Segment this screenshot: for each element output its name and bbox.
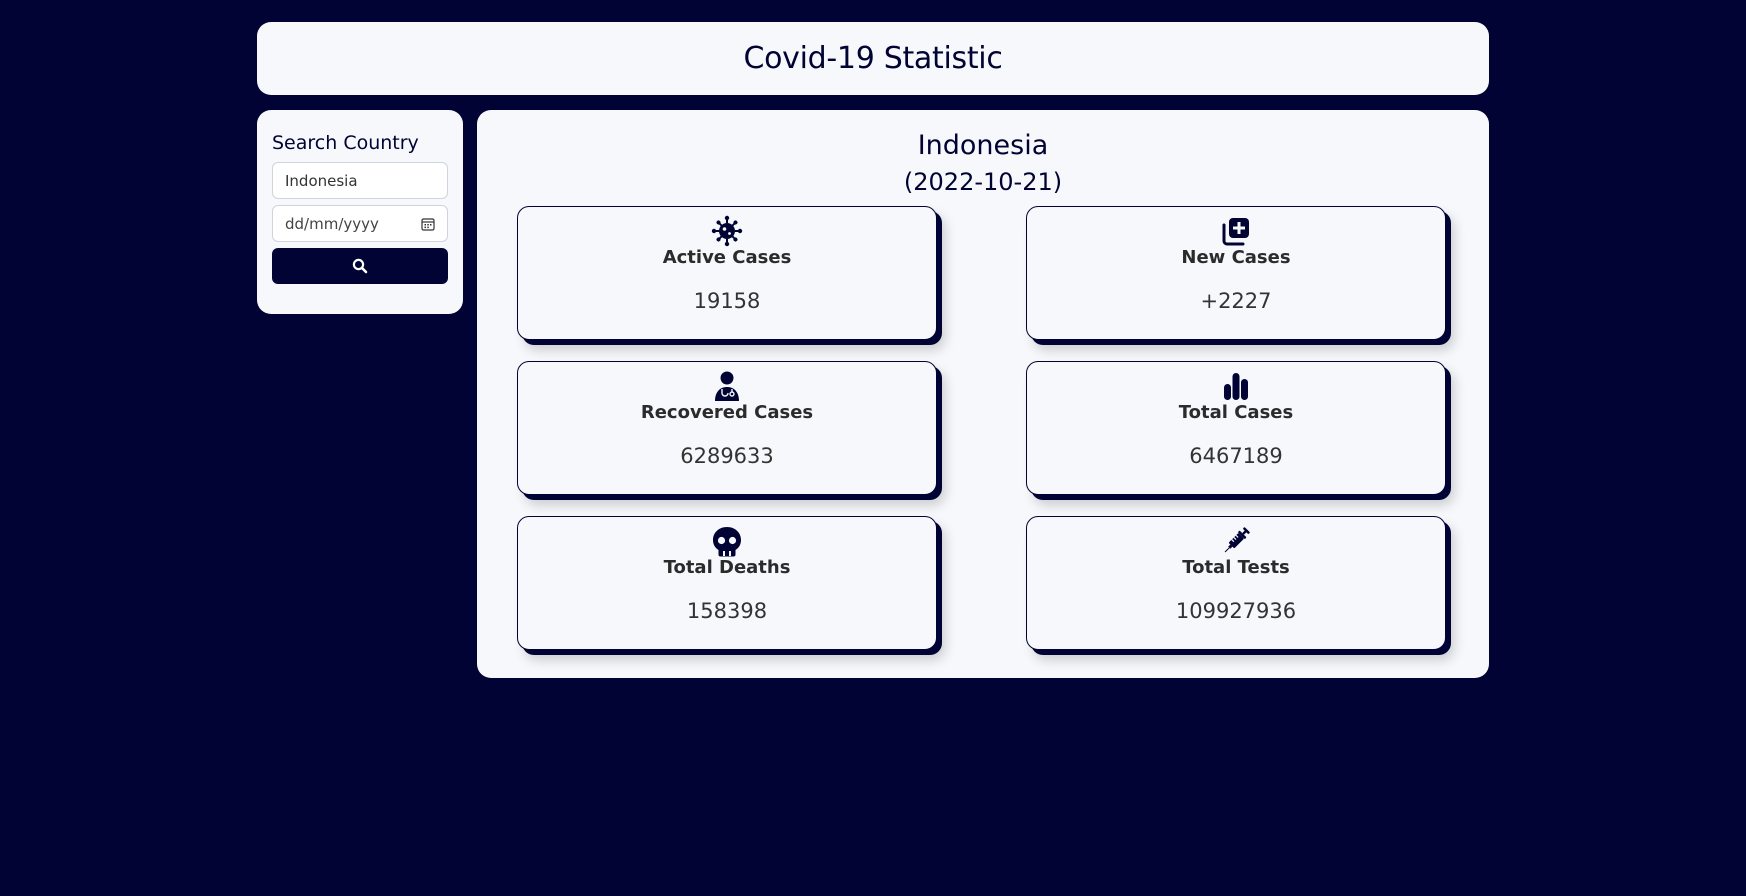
stats-panel: Indonesia (2022-10-21) Active Cases 1915… xyxy=(477,110,1489,678)
total-cases-card: Total Cases 6467189 xyxy=(1026,361,1446,495)
date-placeholder: dd/mm/yyyy xyxy=(285,214,379,233)
card-value: 158398 xyxy=(686,599,768,623)
total-deaths-card: Total Deaths 158398 xyxy=(517,516,937,650)
card-label: Recovered Cases xyxy=(640,402,814,423)
recovered-cases-card: Recovered Cases 6289633 xyxy=(517,361,937,495)
new-cases-card: New Cases +2227 xyxy=(1026,206,1446,340)
card-label: New Cases xyxy=(1181,247,1291,268)
card-label: Total Deaths xyxy=(663,557,791,578)
total-tests-card: Total Tests 109927936 xyxy=(1026,516,1446,650)
report-date: (2022-10-21) xyxy=(903,168,1063,196)
card-value: 19158 xyxy=(693,289,761,313)
card-label: Active Cases xyxy=(662,247,792,268)
page-title: Covid-19 Statistic xyxy=(743,41,1003,76)
card-label: Total Tests xyxy=(1182,557,1290,578)
card-value: +2227 xyxy=(1200,289,1272,313)
date-input[interactable]: dd/mm/yyyy xyxy=(272,205,448,242)
search-icon xyxy=(352,258,368,274)
virus-icon xyxy=(711,215,743,247)
search-title: Search Country xyxy=(272,132,419,154)
card-value: 6289633 xyxy=(680,444,774,468)
active-cases-card: Active Cases 19158 xyxy=(517,206,937,340)
country-name: Indonesia xyxy=(917,130,1049,161)
country-input[interactable]: Indonesia xyxy=(272,162,448,199)
bar-chart-icon xyxy=(1224,373,1248,400)
doctor-icon xyxy=(715,371,739,401)
card-label: Total Cases xyxy=(1178,402,1294,423)
card-value: 109927936 xyxy=(1175,599,1297,623)
skull-icon xyxy=(713,527,741,557)
syringe-icon xyxy=(1224,527,1250,553)
search-panel: Search Country Indonesia dd/mm/yyyy xyxy=(257,110,463,314)
search-button[interactable] xyxy=(272,248,448,284)
card-value: 6467189 xyxy=(1189,444,1283,468)
calendar-icon[interactable] xyxy=(421,217,435,231)
page-header: Covid-19 Statistic xyxy=(257,22,1489,95)
plus-square-icon xyxy=(1222,218,1249,246)
